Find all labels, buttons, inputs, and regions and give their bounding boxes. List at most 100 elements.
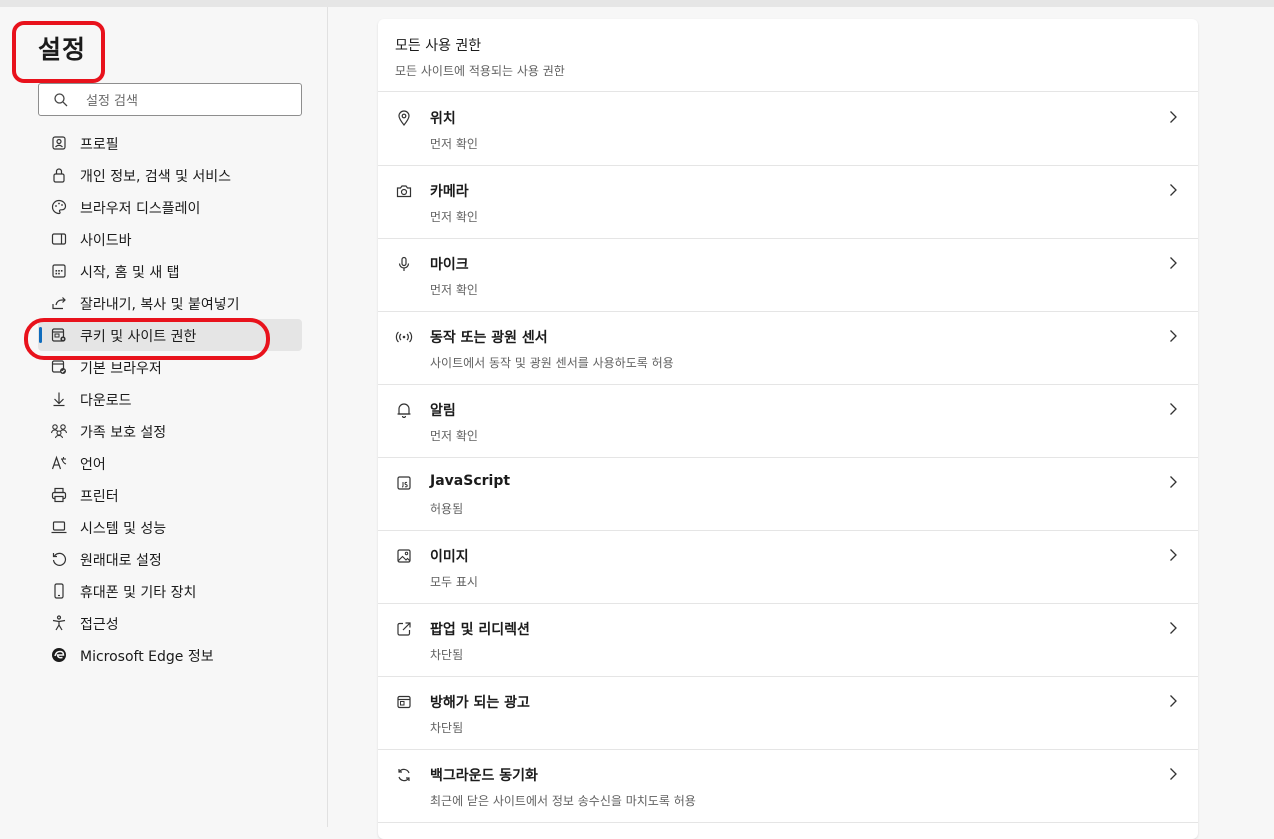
page-title: 설정 [38,35,87,64]
permission-row-location[interactable]: 위치 먼저 확인 [378,92,1198,166]
sidebar-item-copy-paste[interactable]: 잘라내기, 복사 및 붙여넣기 [38,287,302,319]
settings-search-box[interactable] [38,83,302,116]
permissions-card: 모든 사용 권한 모든 사이트에 적용되는 사용 권한 위치 먼저 확인 카메라… [378,19,1198,839]
permission-status: 먼저 확인 [430,283,478,297]
permission-title: 마이크 [430,257,469,273]
default-browser-icon [50,358,68,376]
chevron-right-icon [1170,330,1177,342]
sidebar-item-cookies-permissions[interactable]: 쿠키 및 사이트 권한 [38,319,302,351]
permission-row-javascript[interactable]: JavaScript 허용됨 [378,457,1198,531]
permission-title: 동작 또는 광원 센서 [430,330,548,346]
chevron-right-icon [1170,768,1177,780]
sidebar-item-label: 접근성 [80,617,119,633]
permission-row-images[interactable]: 이미지 모두 표시 [378,530,1198,604]
permission-row-background-sync[interactable]: 백그라운드 동기화 최근에 닫은 사이트에서 정보 송수신을 마치도록 허용 [378,749,1198,823]
permission-status: 사이트에서 동작 및 광원 센서를 사용하도록 허용 [430,356,674,370]
permission-title: 팝업 및 리디렉션 [430,622,530,638]
profile-icon [50,134,68,152]
laptop-icon [50,518,68,536]
permission-row-motion-sensors[interactable]: 동작 또는 광원 센서 사이트에서 동작 및 광원 센서를 사용하도록 허용 [378,311,1198,385]
javascript-icon [395,474,413,492]
chevron-right-icon [1170,476,1177,488]
site-permissions-icon [50,326,68,344]
sidebar-item-system-performance[interactable]: 시스템 및 성능 [38,511,302,543]
permission-row-intrusive-ads[interactable]: 방해가 되는 광고 차단됨 [378,676,1198,750]
permission-title: 방해가 되는 광고 [430,695,530,711]
sidebar-item-reset[interactable]: 원래대로 설정 [38,543,302,575]
chevron-right-icon [1170,549,1177,561]
edge-logo-icon [50,646,68,664]
permission-title: 위치 [430,111,456,127]
sensor-icon [395,328,413,346]
sidebar-item-label: Microsoft Edge 정보 [80,649,214,665]
permission-status: 허용됨 [430,502,464,516]
sidebar-item-default-browser[interactable]: 기본 브라우저 [38,351,302,383]
sync-icon [395,766,413,784]
permission-row-microphone[interactable]: 마이크 먼저 확인 [378,238,1198,312]
selected-indicator [39,327,42,343]
sidebar-item-label: 사이드바 [80,233,132,249]
sidebar-item-accessibility[interactable]: 접근성 [38,607,302,639]
permission-status: 차단됨 [430,721,464,735]
chevron-right-icon [1170,695,1177,707]
sidebar-item-start-home[interactable]: 시작, 홈 및 새 탭 [38,255,302,287]
location-icon [395,109,413,127]
permission-title: JavaScript [430,473,511,489]
permission-status: 먼저 확인 [430,137,478,151]
permission-row-notifications[interactable]: 알림 먼저 확인 [378,384,1198,458]
sidebar-item-label: 원래대로 설정 [80,553,162,569]
share-icon [50,294,68,312]
permission-title: 이미지 [430,549,469,565]
popup-icon [395,620,413,638]
sidebar-item-privacy[interactable]: 개인 정보, 검색 및 서비스 [38,159,302,191]
sidebar-item-downloads[interactable]: 다운로드 [38,383,302,415]
palette-icon [50,198,68,216]
accessibility-icon [50,614,68,632]
sidebar-item-label: 쿠키 및 사이트 권한 [80,329,197,345]
sidebar-item-phone-devices[interactable]: 휴대폰 및 기타 장치 [38,575,302,607]
sidebar-item-label: 잘라내기, 복사 및 붙여넣기 [80,297,240,313]
ads-icon [395,693,413,711]
microphone-icon [395,255,413,273]
permission-status: 모두 표시 [430,575,478,589]
sidebar-icon [50,230,68,248]
sidebar-item-sidebar[interactable]: 사이드바 [38,223,302,255]
sidebar-item-about-edge[interactable]: Microsoft Edge 정보 [38,639,302,671]
permission-title: 알림 [430,403,456,419]
permission-row-popups[interactable]: 팝업 및 리디렉션 차단됨 [378,603,1198,677]
permission-status: 최근에 닫은 사이트에서 정보 송수신을 마치도록 허용 [430,794,696,808]
sidebar-item-label: 기본 브라우저 [80,361,162,377]
sidebar-item-label: 시스템 및 성능 [80,521,167,537]
permission-title: 카메라 [430,184,469,200]
sidebar-item-family-safety[interactable]: 가족 보호 설정 [38,415,302,447]
sidebar-item-label: 시작, 홈 및 새 탭 [80,265,180,281]
camera-icon [395,182,413,200]
printer-icon [50,486,68,504]
sidebar-item-languages[interactable]: 언어 [38,447,302,479]
new-tab-icon [50,262,68,280]
search-input[interactable] [84,90,288,112]
sidebar-item-label: 다운로드 [80,393,132,409]
permission-row-camera[interactable]: 카메라 먼저 확인 [378,165,1198,239]
section-title: 모든 사용 권한 [395,38,482,54]
sidebar-item-label: 가족 보호 설정 [80,425,167,441]
permission-status: 먼저 확인 [430,429,478,443]
bell-icon [395,401,413,419]
chevron-right-icon [1170,111,1177,123]
sidebar-item-label: 개인 정보, 검색 및 서비스 [80,169,232,185]
section-subtitle: 모든 사이트에 적용되는 사용 권한 [395,64,565,78]
permission-status: 차단됨 [430,648,464,662]
permissions-header: 모든 사용 권한 모든 사이트에 적용되는 사용 권한 [378,19,1198,92]
download-icon [50,390,68,408]
main-content: 모든 사용 권한 모든 사이트에 적용되는 사용 권한 위치 먼저 확인 카메라… [328,7,1274,839]
window-top-strip [0,0,1274,7]
sidebar-item-label: 휴대폰 및 기타 장치 [80,585,197,601]
family-icon [50,422,68,440]
lock-icon [50,166,68,184]
permission-status: 먼저 확인 [430,210,478,224]
sidebar-item-printers[interactable]: 프린터 [38,479,302,511]
sidebar-item-profile[interactable]: 프로필 [38,127,302,159]
language-icon [50,454,68,472]
sidebar-item-appearance[interactable]: 브라우저 디스플레이 [38,191,302,223]
chevron-right-icon [1170,257,1177,269]
